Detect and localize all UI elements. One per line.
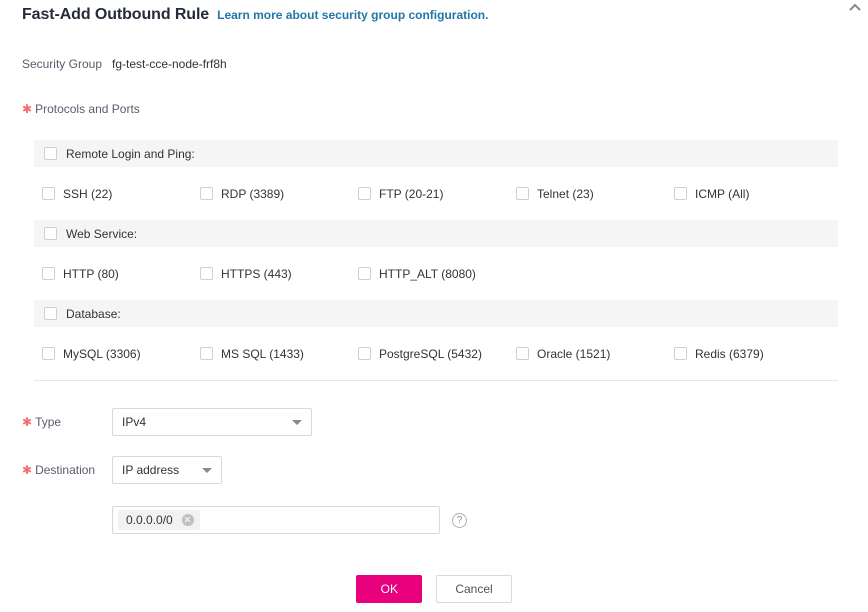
protocol-group-header-web-service[interactable]: Web Service: xyxy=(34,220,838,247)
label-postgresql: PostgreSQL (5432) xyxy=(379,346,482,361)
option-ftp[interactable]: FTP (20-21) xyxy=(358,187,516,201)
checkbox-rdp[interactable] xyxy=(200,187,213,200)
chevron-down-icon-type xyxy=(292,419,302,425)
destination-select[interactable]: IP address xyxy=(112,456,222,484)
label-https: HTTPS (443) xyxy=(221,266,292,281)
security-group-value: fg-test-cce-node-frf8h xyxy=(112,57,227,71)
protocol-group-header-database[interactable]: Database: xyxy=(34,300,838,327)
protocol-options-database: MySQL (3306) MS SQL (1433) PostgreSQL (5… xyxy=(34,327,838,380)
type-label: ✱ Type xyxy=(0,415,112,429)
ip-address-input[interactable]: 0.0.0.0/0 xyxy=(112,506,440,534)
option-http-alt[interactable]: HTTP_ALT (8080) xyxy=(358,267,516,281)
protocol-options-web-service: HTTP (80) HTTPS (443) HTTP_ALT (8080) xyxy=(34,247,838,300)
label-rdp: RDP (3389) xyxy=(221,186,285,201)
checkbox-oracle[interactable] xyxy=(516,347,529,360)
dialog-footer: OK Cancel xyxy=(0,575,868,603)
group-checkbox-database[interactable] xyxy=(44,307,57,320)
option-ssh[interactable]: SSH (22) xyxy=(42,187,200,201)
required-marker: ✱ xyxy=(22,102,33,116)
option-mssql[interactable]: MS SQL (1433) xyxy=(200,347,358,361)
cancel-button[interactable]: Cancel xyxy=(436,575,512,603)
destination-label-text: Destination xyxy=(35,463,96,477)
label-icmp: ICMP (All) xyxy=(695,186,750,201)
type-select-value: IPv4 xyxy=(122,415,147,429)
close-icon[interactable] xyxy=(181,514,194,526)
label-mysql: MySQL (3306) xyxy=(63,346,141,361)
option-https[interactable]: HTTPS (443) xyxy=(200,267,358,281)
required-marker-type: ✱ xyxy=(22,415,33,429)
protocols-and-ports-label-text: Protocols and Ports xyxy=(35,102,140,116)
destination-row: ✱ Destination IP address xyxy=(0,455,868,485)
option-postgresql[interactable]: PostgreSQL (5432) xyxy=(358,347,516,361)
group-checkbox-remote-login[interactable] xyxy=(44,147,57,160)
label-ftp: FTP (20-21) xyxy=(379,186,444,201)
checkbox-icmp[interactable] xyxy=(674,187,687,200)
checkbox-http-alt[interactable] xyxy=(358,267,371,280)
checkbox-https[interactable] xyxy=(200,267,213,280)
security-group-label: Security Group xyxy=(21,57,102,71)
option-oracle[interactable]: Oracle (1521) xyxy=(516,347,674,361)
protocol-group-header-remote-login[interactable]: Remote Login and Ping: xyxy=(34,140,838,167)
ip-address-chip: 0.0.0.0/0 xyxy=(118,510,200,530)
checkbox-http[interactable] xyxy=(42,267,55,280)
label-oracle: Oracle (1521) xyxy=(537,346,611,361)
learn-more-link[interactable]: Learn more about security group configur… xyxy=(217,8,488,22)
group-label-database: Database: xyxy=(66,306,121,321)
type-row: ✱ Type IPv4 xyxy=(0,407,868,437)
table-bottom-divider xyxy=(34,380,838,381)
label-ssh: SSH (22) xyxy=(63,186,113,201)
option-icmp[interactable]: ICMP (All) xyxy=(674,187,832,201)
label-telnet: Telnet (23) xyxy=(537,186,594,201)
label-http-alt: HTTP_ALT (8080) xyxy=(379,266,476,281)
option-http[interactable]: HTTP (80) xyxy=(42,267,200,281)
type-label-text: Type xyxy=(35,415,62,429)
checkbox-mssql[interactable] xyxy=(200,347,213,360)
checkbox-ftp[interactable] xyxy=(358,187,371,200)
protocols-and-ports-row: ✱ Protocols and Ports xyxy=(0,94,868,124)
page-title: Fast-Add Outbound Rule xyxy=(22,6,210,23)
option-mysql[interactable]: MySQL (3306) xyxy=(42,347,200,361)
ok-button[interactable]: OK xyxy=(356,575,423,603)
destination-label: ✱ Destination xyxy=(0,463,112,477)
protocol-table: Remote Login and Ping: SSH (22) RDP (338… xyxy=(34,140,838,381)
protocols-and-ports-label: ✱ Protocols and Ports xyxy=(0,102,150,116)
option-telnet[interactable]: Telnet (23) xyxy=(516,187,674,201)
checkbox-mysql[interactable] xyxy=(42,347,55,360)
page-header: Fast-Add Outbound Rule Learn more about … xyxy=(22,6,488,24)
label-mssql: MS SQL (1433) xyxy=(221,346,304,361)
option-rdp[interactable]: RDP (3389) xyxy=(200,187,358,201)
ip-address-chip-text: 0.0.0.0/0 xyxy=(126,513,173,527)
chevron-down-icon-destination xyxy=(202,467,212,473)
group-label-remote-login: Remote Login and Ping: xyxy=(66,146,195,161)
required-marker-destination: ✱ xyxy=(22,463,33,477)
type-select[interactable]: IPv4 xyxy=(112,408,312,436)
checkbox-postgresql[interactable] xyxy=(358,347,371,360)
checkbox-ssh[interactable] xyxy=(42,187,55,200)
checkbox-redis[interactable] xyxy=(674,347,687,360)
security-group-row: Security Group fg-test-cce-node-frf8h xyxy=(0,48,868,80)
chevron-up-icon[interactable] xyxy=(848,2,862,14)
ip-address-row: 0.0.0.0/0 ? xyxy=(0,505,868,535)
option-redis[interactable]: Redis (6379) xyxy=(674,347,832,361)
label-redis: Redis (6379) xyxy=(695,346,764,361)
destination-select-value: IP address xyxy=(122,463,180,477)
group-label-web-service: Web Service: xyxy=(66,226,138,241)
protocol-options-remote-login: SSH (22) RDP (3389) FTP (20-21) Telnet (… xyxy=(34,167,838,220)
label-http: HTTP (80) xyxy=(63,266,119,281)
group-checkbox-web-service[interactable] xyxy=(44,227,57,240)
rule-form: Security Group fg-test-cce-node-frf8h ✱ P… xyxy=(0,48,868,535)
question-circle-icon[interactable]: ? xyxy=(452,512,467,528)
checkbox-telnet[interactable] xyxy=(516,187,529,200)
